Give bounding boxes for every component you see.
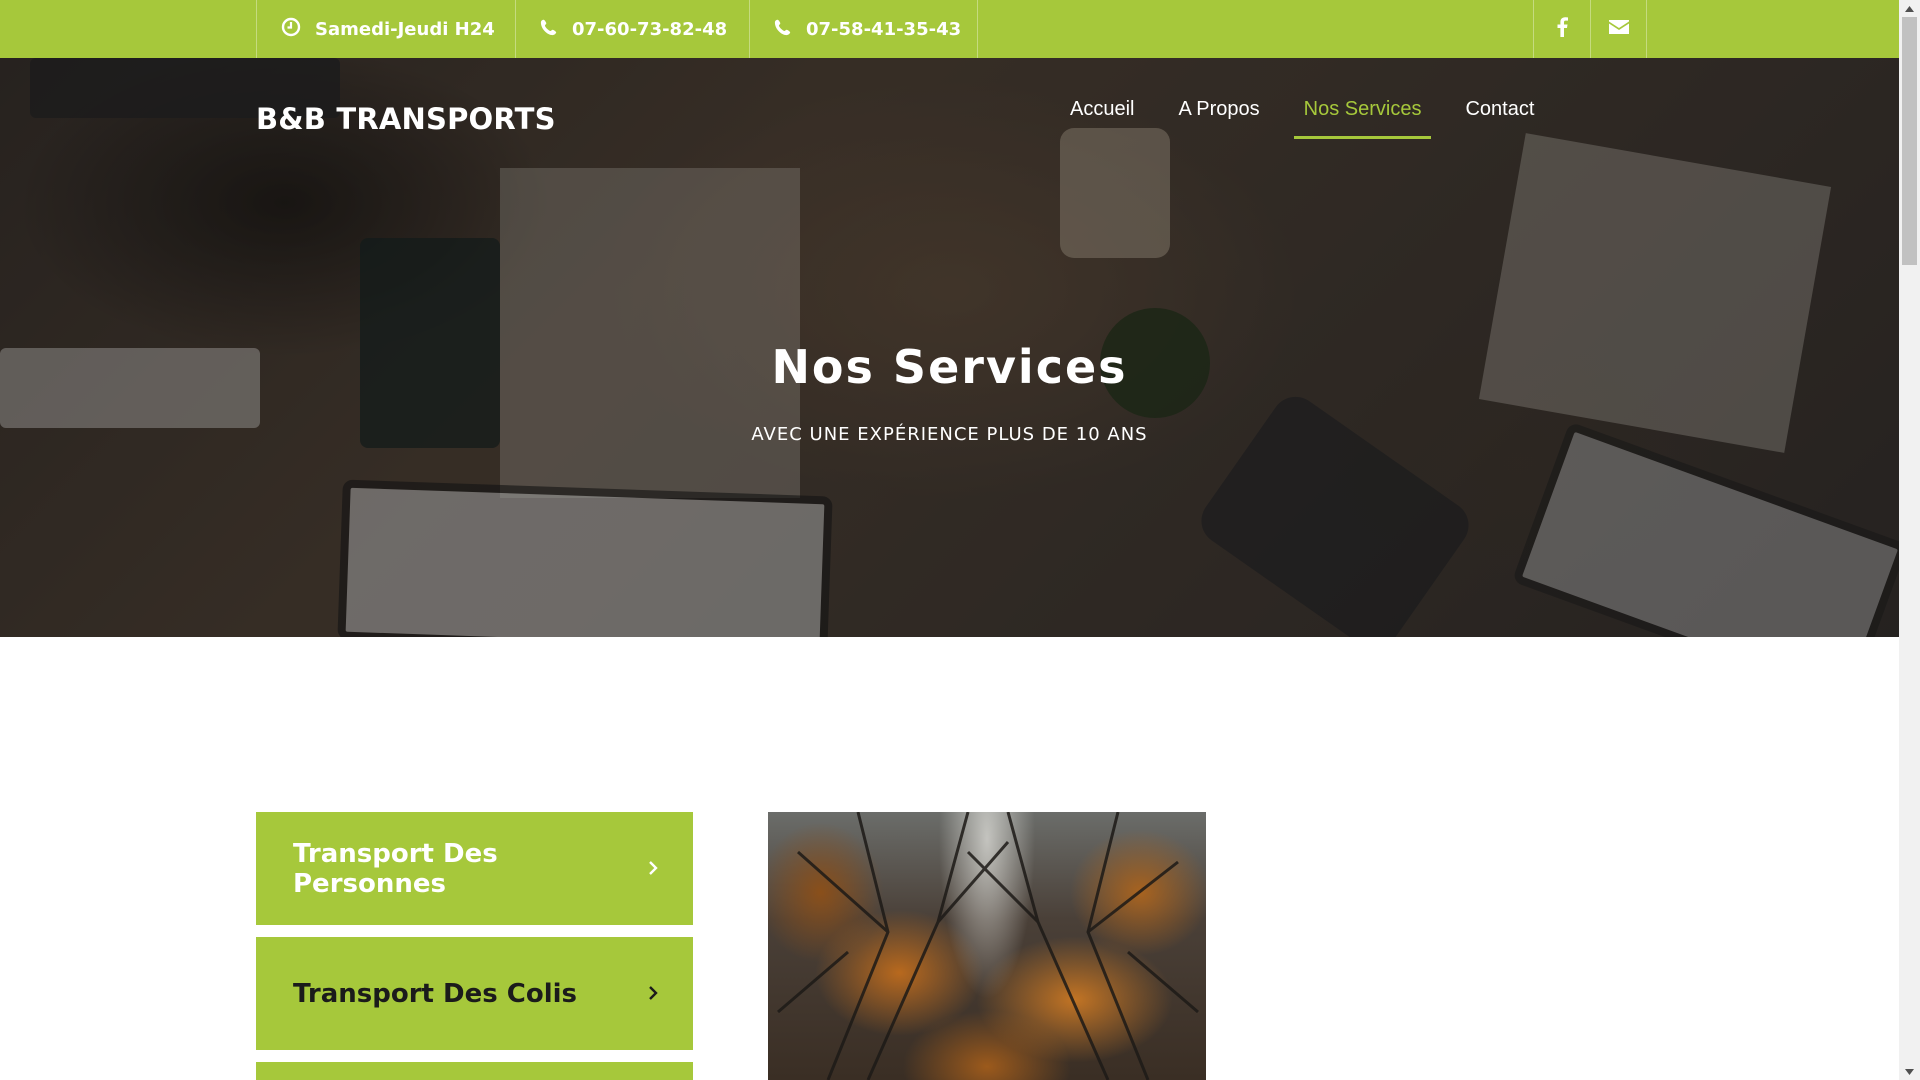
top-bar: Samedi-Jeudi H24 07-60-73-82-48 07-58-41… — [0, 0, 1899, 58]
facebook-icon — [1556, 17, 1568, 41]
facebook-link[interactable] — [1533, 0, 1590, 58]
page-scrollbar[interactable] — [1899, 0, 1920, 1080]
page-title: Nos Services — [771, 340, 1128, 394]
nav-item-nos-services[interactable]: Nos Services — [1293, 98, 1432, 139]
service-label: Transport Des Colis — [293, 978, 577, 1009]
chevron-right-icon — [647, 979, 659, 1009]
envelope-icon — [1608, 19, 1630, 39]
service-transport-colis[interactable]: Transport Des Colis — [256, 937, 693, 1050]
phone-number-1[interactable]: 07-60-73-82-48 — [572, 19, 727, 40]
service-transport-personnes[interactable]: Transport Des Personnes — [256, 812, 693, 925]
hero-banner: B&B TRANSPORTS Accueil A Propos Nos Serv… — [0, 58, 1899, 637]
nav-item-accueil[interactable]: Accueil — [1070, 98, 1134, 139]
phone-number-2[interactable]: 07-58-41-35-43 — [806, 19, 961, 40]
main-nav: Accueil A Propos Nos Services Contact — [1070, 98, 1578, 139]
site-logo[interactable]: B&B TRANSPORTS — [256, 102, 556, 136]
phone-icon — [774, 18, 792, 41]
nav-item-a-propos[interactable]: A Propos — [1178, 98, 1259, 139]
phone-info-2[interactable]: 07-58-41-35-43 — [749, 0, 978, 58]
forest-image — [768, 812, 1206, 1080]
phone-icon — [540, 18, 558, 41]
clock-icon — [281, 17, 301, 42]
service-label: Transport Des Personnes — [293, 838, 498, 899]
hours-text: Samedi-Jeudi H24 — [315, 18, 495, 40]
scroll-down-icon[interactable] — [1899, 1063, 1920, 1080]
page-subtitle: AVEC UNE EXPÉRIENCE PLUS DE 10 ANS — [751, 424, 1148, 445]
chevron-right-icon — [647, 854, 659, 884]
branches-decoration — [777, 812, 1199, 1080]
phone-info-1[interactable]: 07-60-73-82-48 — [515, 0, 749, 58]
nav-item-contact[interactable]: Contact — [1465, 98, 1534, 139]
scroll-up-icon[interactable] — [1899, 0, 1920, 17]
hours-info: Samedi-Jeudi H24 — [256, 0, 515, 58]
email-link[interactable] — [1590, 0, 1647, 58]
scrollbar-thumb[interactable] — [1902, 17, 1917, 265]
service-item-partial[interactable] — [256, 1062, 693, 1080]
